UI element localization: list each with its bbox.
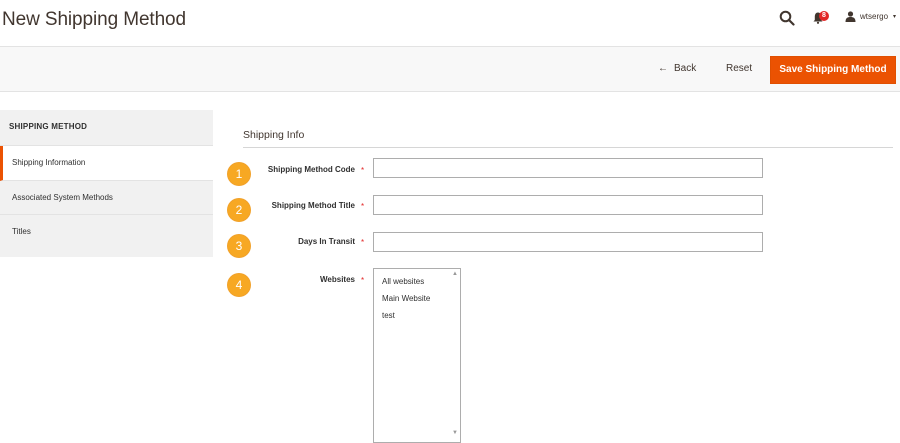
field-label-shipping-method-title: Shipping Method Title — [271, 201, 355, 210]
shipping-method-code-input[interactable] — [373, 158, 763, 178]
save-shipping-method-button[interactable]: Save Shipping Method — [770, 56, 896, 84]
user-icon[interactable] — [845, 11, 856, 22]
field-label-websites: Websites — [320, 275, 355, 284]
required-mark: * — [361, 238, 365, 247]
field-label-shipping-method-code: Shipping Method Code — [267, 165, 355, 174]
sidebar-item-titles[interactable]: Titles — [0, 215, 213, 249]
websites-multiselect[interactable]: All websites Main Website test ▲ ▼ — [373, 268, 461, 443]
notification-count-badge[interactable]: 8 — [819, 11, 829, 21]
shipping-method-title-input[interactable] — [373, 195, 763, 215]
section-title: Shipping Info — [243, 129, 305, 141]
user-name[interactable]: wtsergo — [860, 12, 888, 21]
days-in-transit-input[interactable] — [373, 232, 763, 252]
page-title: New Shipping Method — [2, 9, 186, 30]
back-button[interactable]: ← Back — [658, 63, 696, 74]
websites-option[interactable]: All websites — [382, 277, 424, 286]
back-button-label: Back — [674, 63, 697, 74]
sidebar-item-associated-system-methods[interactable]: Associated System Methods — [0, 181, 213, 215]
search-icon[interactable] — [779, 10, 795, 26]
chevron-down-icon[interactable]: ▾ — [893, 13, 896, 20]
sidebar-title: SHIPPING METHOD — [0, 110, 213, 146]
sidebar: SHIPPING METHOD Shipping Information Ass… — [0, 110, 213, 257]
websites-option[interactable]: Main Website — [382, 294, 430, 303]
websites-option[interactable]: test — [382, 311, 395, 320]
scroll-down-icon[interactable]: ▼ — [452, 430, 458, 436]
reset-button[interactable]: Reset — [726, 63, 752, 74]
field-label-days-in-transit: Days In Transit — [298, 237, 355, 246]
page-actions-bar: ← Back Reset Save Shipping Method — [0, 46, 900, 92]
section-divider — [243, 147, 893, 148]
required-mark: * — [361, 202, 365, 211]
required-mark: * — [361, 276, 365, 285]
scroll-up-icon[interactable]: ▲ — [452, 271, 458, 277]
required-mark: * — [361, 166, 365, 175]
arrow-left-icon: ← — [658, 63, 668, 74]
sidebar-item-shipping-information[interactable]: Shipping Information — [0, 146, 213, 181]
